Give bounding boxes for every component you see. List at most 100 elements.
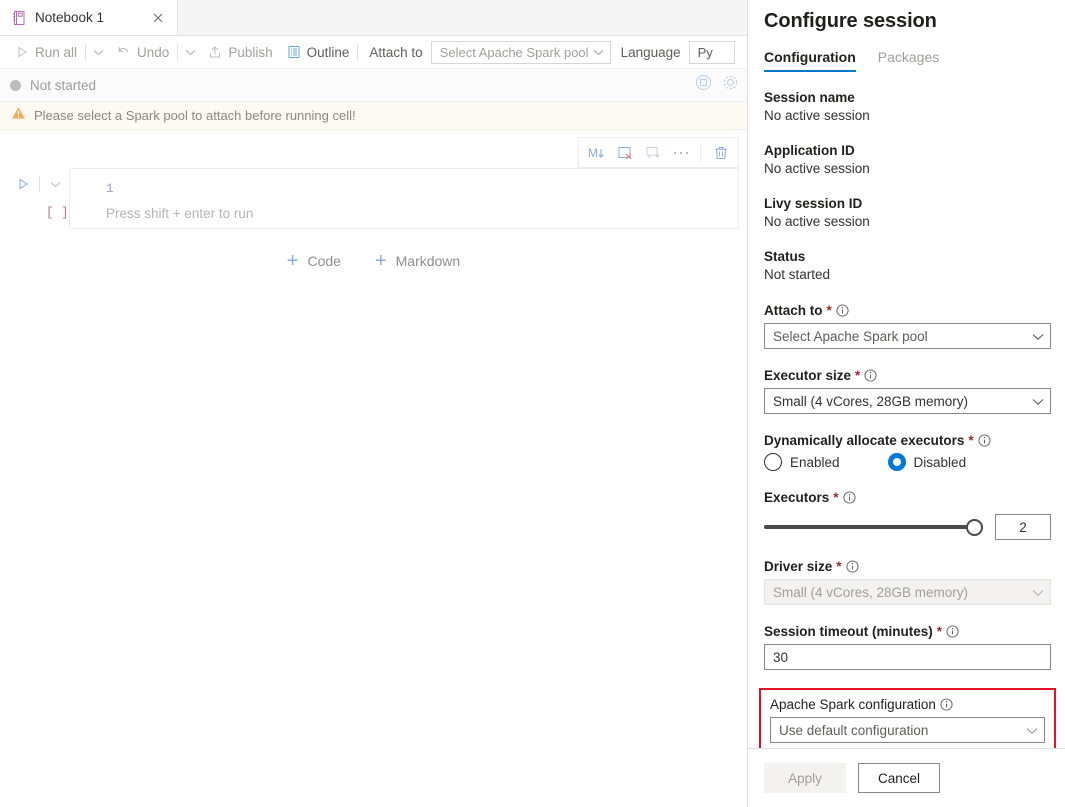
radio-enabled-label: Enabled <box>790 455 840 470</box>
undo-chevron-down-icon[interactable] <box>179 39 201 65</box>
attach-to-label: Attach to * <box>764 302 1051 319</box>
cancel-label: Cancel <box>878 771 920 786</box>
tab-configuration[interactable]: Configuration <box>764 49 856 72</box>
cell-toolbar: M <box>578 137 739 168</box>
cell-chevron-down-icon[interactable] <box>44 173 66 195</box>
application-id-group: Application ID No active session <box>764 142 1051 178</box>
add-markdown-cell-button[interactable]: + Markdown <box>375 251 460 271</box>
toolbar-divider-2 <box>177 44 178 61</box>
application-id-value: No active session <box>764 160 1051 178</box>
stop-session-icon[interactable] <box>695 74 712 96</box>
radio-disabled[interactable]: Disabled <box>888 453 967 471</box>
dynamic-allocation-radio-group: Enabled Disabled <box>764 453 1051 471</box>
info-icon-5[interactable] <box>846 560 859 573</box>
executor-size-field: Executor size * Small (4 vCores, 28GB me… <box>764 367 1051 414</box>
notebook-icon <box>11 10 27 26</box>
gear-icon[interactable] <box>722 74 739 96</box>
required-marker-2: * <box>855 367 860 384</box>
undo-icon <box>116 45 131 59</box>
slider-thumb[interactable] <box>966 519 983 536</box>
status-value: Not started <box>764 266 1051 284</box>
session-status-bar: Not started <box>0 69 747 102</box>
toolbar-spark-pool-dropdown[interactable]: Select Apache Spark pool <box>431 41 611 64</box>
executors-slider[interactable] <box>764 517 983 537</box>
attach-to-dropdown[interactable]: Select Apache Spark pool <box>764 323 1051 349</box>
executors-value-input[interactable]: 2 <box>995 514 1051 540</box>
cell-line-number: 1 <box>106 182 114 196</box>
info-icon-6[interactable] <box>946 625 959 638</box>
executors-label-text: Executors <box>764 489 829 506</box>
spark-configuration-label-text: Apache Spark configuration <box>770 697 936 712</box>
notebook-cell: [ ] 1 Press shift + enter to run <box>0 168 747 229</box>
session-name-value: No active session <box>764 107 1051 125</box>
panel-tab-list: Configuration Packages <box>764 49 1051 72</box>
spark-configuration-dropdown[interactable]: Use default configuration <box>770 717 1045 743</box>
cell-accent-bar <box>69 169 70 228</box>
attach-to-field: Attach to * Select Apache Spark pool <box>764 302 1051 349</box>
session-timeout-input[interactable]: 30 <box>764 644 1051 670</box>
info-icon-7[interactable] <box>940 698 953 711</box>
notebook-area: Notebook 1 Run all <box>0 0 748 807</box>
configure-session-panel: Configure session Configuration Packages… <box>748 0 1065 807</box>
executor-size-dropdown[interactable]: Small (4 vCores, 28GB memory) <box>764 388 1051 414</box>
cell-toolbar-divider <box>700 144 701 162</box>
session-timeout-label: Session timeout (minutes) * <box>764 623 1051 640</box>
executors-field: Executors * 2 <box>764 489 1051 540</box>
clear-output-icon[interactable] <box>612 140 637 165</box>
undo-button[interactable]: Undo <box>109 39 176 65</box>
driver-size-label-text: Driver size <box>764 558 832 575</box>
cell-editor[interactable]: 1 Press shift + enter to run <box>70 168 739 229</box>
add-markdown-label: Markdown <box>396 253 461 269</box>
panel-footer: Apply Cancel <box>748 748 1065 807</box>
apply-button[interactable]: Apply <box>764 763 846 793</box>
info-icon-4[interactable] <box>843 491 856 504</box>
info-icon-2[interactable] <box>864 369 877 382</box>
status-group: Status Not started <box>764 248 1051 284</box>
panel-content: Configure session Configuration Packages… <box>748 0 1065 748</box>
run-cell-icon[interactable] <box>12 173 34 195</box>
status-label: Status <box>764 248 1051 266</box>
executor-size-label: Executor size * <box>764 367 1051 384</box>
run-all-button[interactable]: Run all <box>8 39 84 65</box>
tab-strip: Notebook 1 <box>0 0 747 36</box>
info-icon-3[interactable] <box>978 434 991 447</box>
gutter-divider <box>39 176 40 192</box>
session-name-group: Session name No active session <box>764 89 1051 125</box>
cancel-button[interactable]: Cancel <box>858 763 940 793</box>
warning-icon <box>11 106 26 125</box>
attach-to-value: Select Apache Spark pool <box>773 329 928 344</box>
delete-icon[interactable] <box>708 140 733 165</box>
toolbar-language-dropdown[interactable]: Py <box>689 41 735 64</box>
tab-notebook-1[interactable]: Notebook 1 <box>0 0 178 35</box>
radio-enabled-mark <box>764 453 782 471</box>
publish-icon <box>208 45 222 59</box>
page-title: Configure session <box>764 0 1051 33</box>
session-status-text: Not started <box>30 78 96 93</box>
dynamic-allocation-label-text: Dynamically allocate executors <box>764 432 964 449</box>
spark-configuration-value: Use default configuration <box>779 723 928 738</box>
markdown-convert-icon[interactable]: M <box>584 140 609 165</box>
executors-value: 2 <box>1019 520 1027 535</box>
dynamic-allocation-label: Dynamically allocate executors * <box>764 432 1051 449</box>
tab-packages[interactable]: Packages <box>878 49 939 72</box>
radio-disabled-mark <box>888 453 906 471</box>
required-marker-6: * <box>937 623 942 640</box>
add-code-cell-button[interactable]: + Code <box>287 251 341 271</box>
more-options-icon[interactable] <box>668 140 693 165</box>
session-timeout-label-text: Session timeout (minutes) <box>764 623 933 640</box>
add-code-label: Code <box>307 253 340 269</box>
publish-button[interactable]: Publish <box>201 39 279 65</box>
chevron-down-icon <box>593 49 604 56</box>
add-comment-icon[interactable] <box>640 140 665 165</box>
outline-button[interactable]: Outline <box>280 39 357 65</box>
radio-enabled[interactable]: Enabled <box>764 453 840 471</box>
app-root: Notebook 1 Run all <box>0 0 1065 807</box>
outline-label: Outline <box>307 45 350 60</box>
run-all-chevron-down-icon[interactable] <box>87 39 109 65</box>
close-icon[interactable] <box>149 9 167 27</box>
language-label: Language <box>611 45 689 60</box>
toolbar-divider-3 <box>357 44 358 61</box>
run-all-label: Run all <box>35 45 77 60</box>
undo-label: Undo <box>137 45 169 60</box>
info-icon[interactable] <box>836 304 849 317</box>
